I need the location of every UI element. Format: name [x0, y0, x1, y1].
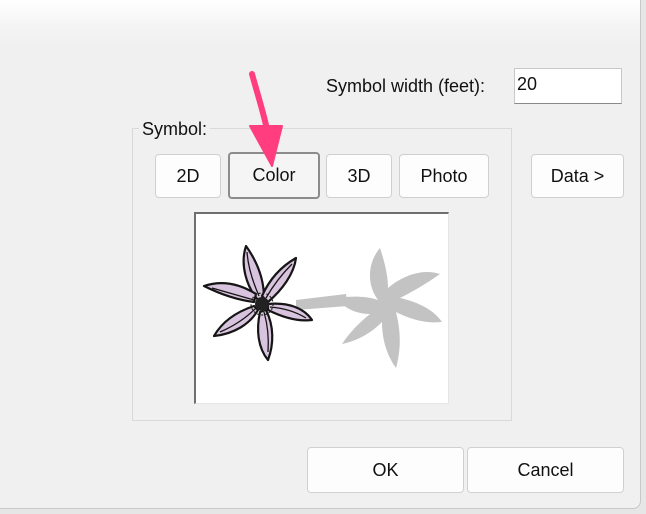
symbol-dialog: Symbol width (feet): 20 Symbol: 2D Color…: [0, 0, 641, 509]
cancel-button[interactable]: Cancel: [467, 447, 624, 493]
symbol-group-label: Symbol:: [139, 119, 211, 140]
symbol-width-field[interactable]: 20: [514, 68, 622, 104]
flower-plant-icon: [202, 244, 442, 368]
dialog-top-fade: [0, 0, 640, 48]
plant-shadow: [296, 248, 442, 368]
photo-button[interactable]: Photo: [399, 154, 489, 198]
3d-button[interactable]: 3D: [326, 154, 392, 198]
flower-center: [255, 297, 269, 311]
2d-button[interactable]: 2D: [155, 154, 221, 198]
ok-button[interactable]: OK: [307, 447, 464, 493]
pink-arrow-icon: [249, 71, 283, 167]
symbol-width-label: Symbol width (feet):: [326, 76, 486, 96]
symbol-preview: [194, 212, 449, 404]
data-button[interactable]: Data >: [531, 154, 624, 198]
